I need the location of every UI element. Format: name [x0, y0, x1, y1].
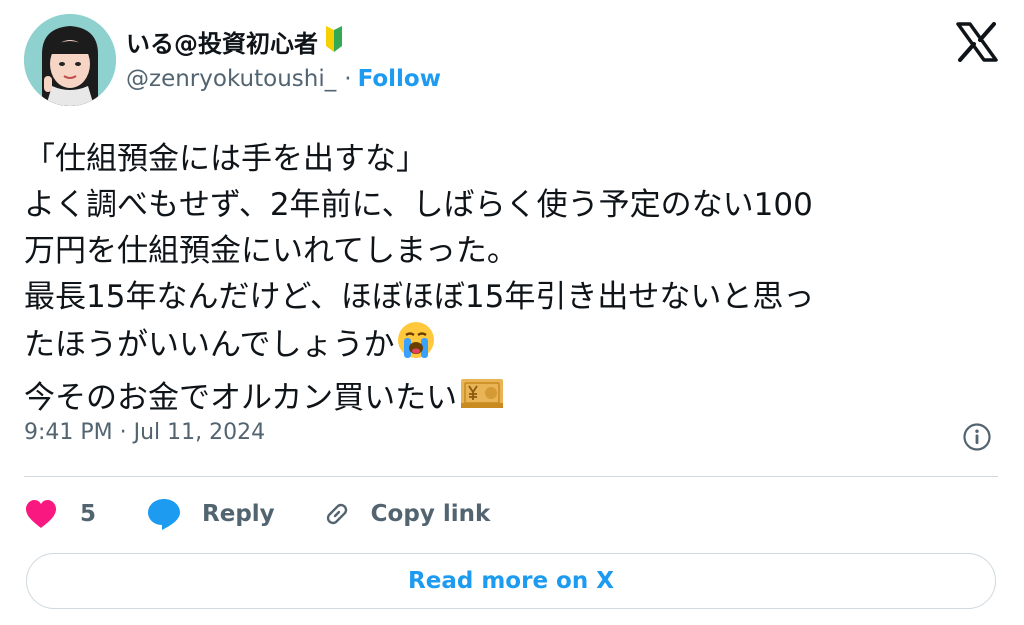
action-bar: 5 Reply Copy link	[24, 492, 490, 536]
copy-link-label: Copy link	[370, 501, 491, 527]
author-handle[interactable]: @zenryokutoushi_	[126, 66, 336, 92]
copy-link-button[interactable]: Copy link	[321, 498, 491, 530]
divider	[24, 476, 998, 477]
tweet-line: 最長15年なんだけど、ほぼほぼ15年引き出せないと思っ	[24, 279, 815, 315]
tweet-text: 「仕組預金には手を出すな」 よく調べもせず、2年前に、しばらく使う予定のない10…	[24, 136, 994, 426]
beginner-mark-icon	[324, 25, 344, 58]
author-handle-row: @zenryokutoushi_ · Follow	[126, 66, 441, 92]
read-more-button[interactable]: Read more on X	[26, 553, 996, 609]
info-icon[interactable]	[962, 422, 992, 452]
link-icon	[326, 503, 347, 525]
reply-button[interactable]: Reply	[146, 497, 275, 531]
like-button[interactable]: 5	[24, 499, 96, 529]
tweet-line: 今そのお金でオルカン買いたい	[24, 380, 458, 416]
tweet-line: 「仕組預金には手を出すな」	[24, 141, 427, 177]
follow-button[interactable]: Follow	[358, 66, 441, 92]
heart-icon	[26, 500, 56, 528]
like-count: 5	[80, 501, 97, 527]
tweet-line: たほうがいいんでしょうか	[24, 327, 395, 363]
reply-label: Reply	[202, 501, 275, 527]
author-display-name-row[interactable]: いる@投資初心者	[126, 24, 344, 59]
author-display-name[interactable]: いる@投資初心者	[126, 24, 318, 59]
handle-separator: ·	[344, 66, 352, 92]
tweet-line: よく調べもせず、2年前に、しばらく使う予定のない100	[24, 187, 813, 223]
avatar[interactable]	[24, 14, 116, 106]
tweet-timestamp[interactable]: 9:41 PM · Jul 11, 2024	[24, 420, 265, 445]
tweet-line-with-emoji: たほうがいいんでしょうか	[24, 320, 994, 373]
yen-banknote-emoji	[459, 373, 505, 426]
tweet-line-with-emoji: 今そのお金でオルカン買いたい	[24, 373, 994, 426]
read-more-label: Read more on X	[408, 568, 614, 594]
tweet-line: 万円を仕組預金にいれてしまった。	[24, 233, 518, 269]
avatar-illustration	[24, 14, 116, 106]
reply-bubble-icon	[148, 499, 181, 530]
x-logo-icon[interactable]	[956, 22, 998, 62]
loudly-crying-face-emoji	[396, 320, 436, 373]
